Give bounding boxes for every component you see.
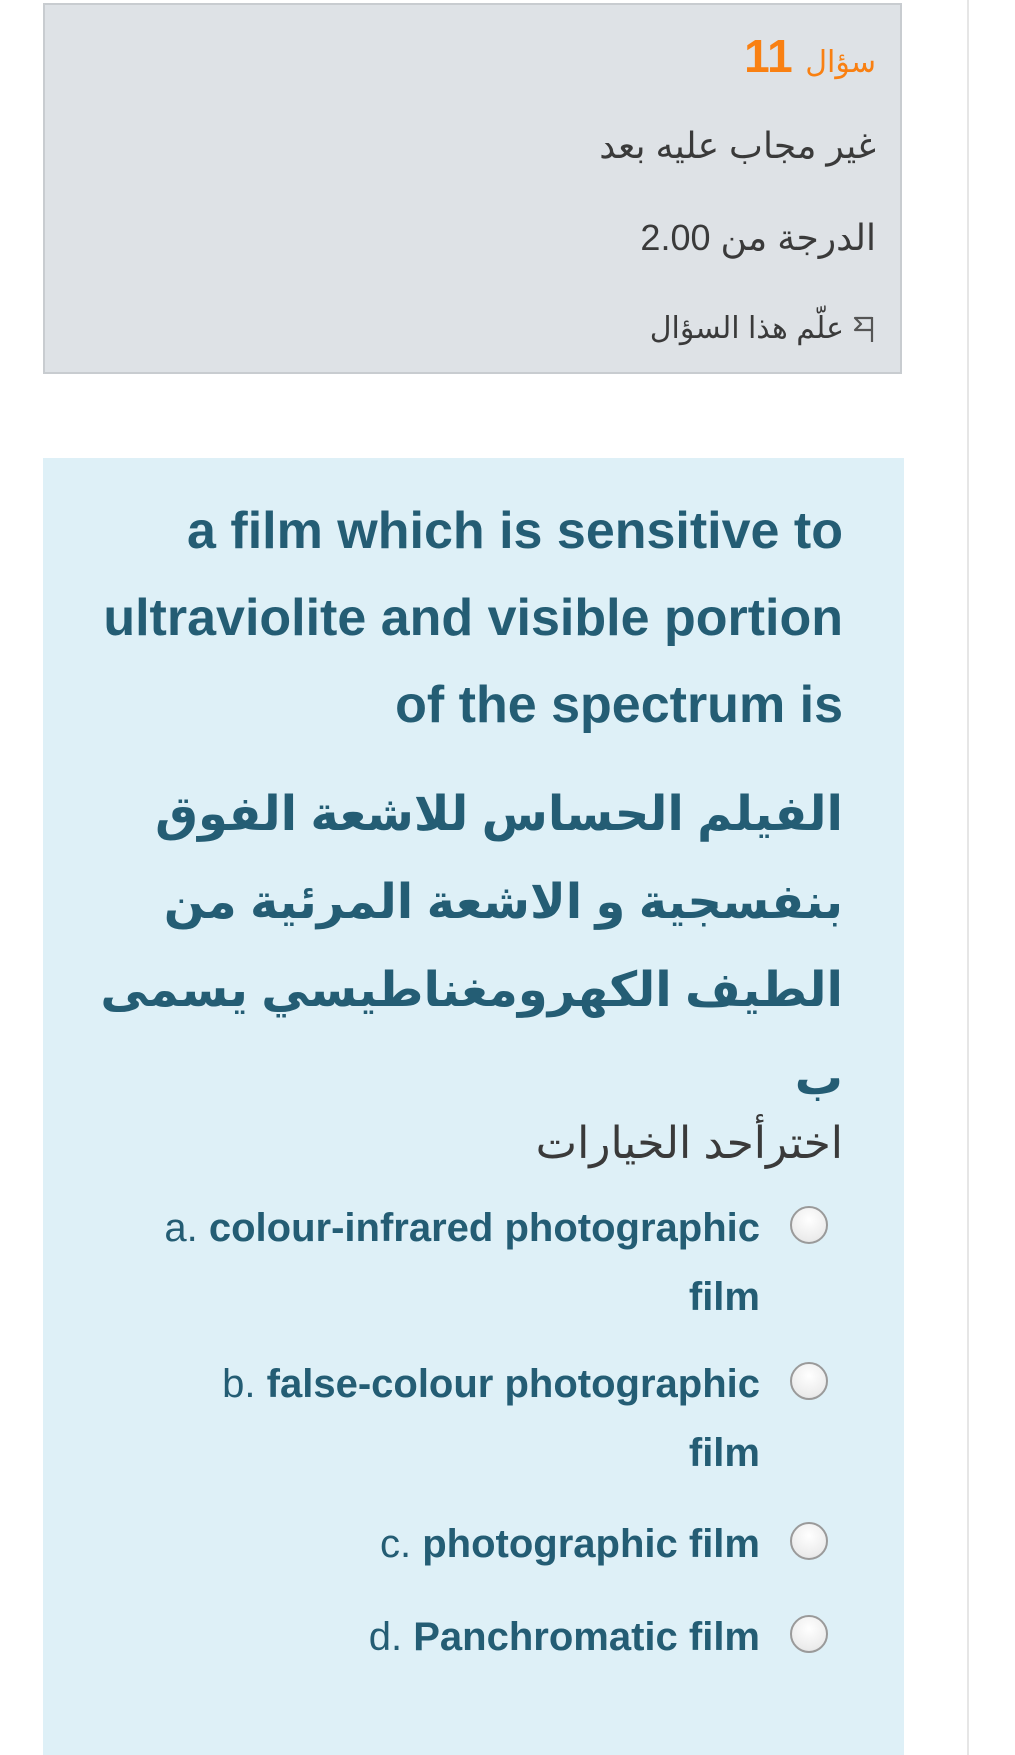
question-text-english: a film which is sensitive to ultraviolit… <box>103 502 843 734</box>
answer-option-text: photographic film <box>422 1522 760 1566</box>
flag-icon <box>852 314 876 344</box>
flag-question-link[interactable]: علّم هذا السؤال <box>650 311 876 346</box>
question-info-panel: سؤال 11 غير مجاب عليه بعد الدرجة من 2.00… <box>43 3 902 374</box>
answer-option-d[interactable]: d. Panchromatic film <box>369 1603 828 1672</box>
page-edge-rule <box>967 0 969 1755</box>
answer-option-b[interactable]: b. false-colour photographic film <box>160 1350 828 1488</box>
answer-radio-d[interactable] <box>790 1615 828 1653</box>
answer-option-text: Panchromatic film <box>413 1615 760 1659</box>
answer-option-text: colour-infrared photographic film <box>208 1206 760 1319</box>
answer-option-label[interactable]: a. colour-infrared photographic film <box>120 1194 760 1332</box>
question-content-panel: a film which is sensitive to ultraviolit… <box>43 458 904 1755</box>
answer-option-letter: a. <box>164 1206 198 1250</box>
answer-option-text: false-colour photographic film <box>266 1362 760 1475</box>
answer-option-letter: d. <box>368 1615 403 1659</box>
answer-option-c[interactable]: c. photographic film <box>380 1510 828 1579</box>
question-state: غير مجاب عليه بعد <box>599 125 876 166</box>
answer-option-a[interactable]: a. colour-infrared photographic film <box>120 1194 828 1332</box>
flag-question-label: علّم هذا السؤال <box>649 312 844 345</box>
answer-radio-c[interactable] <box>790 1522 828 1560</box>
answer-radio-b[interactable] <box>790 1362 828 1400</box>
select-one-prompt: اخترأحد الخيارات <box>535 1119 843 1168</box>
answer-option-label[interactable]: d. Panchromatic film <box>369 1603 760 1672</box>
question-number-label: سؤال <box>805 46 876 79</box>
question-number: سؤال 11 <box>744 29 876 83</box>
question-number-value: 11 <box>744 30 793 82</box>
answer-radio-a[interactable] <box>790 1206 828 1244</box>
answer-option-letter: c. <box>379 1522 412 1566</box>
answer-option-label[interactable]: b. false-colour photographic film <box>160 1350 760 1488</box>
question-text-arabic: الفيلم الحساس للاشعة الفوق بنفسجية و الا… <box>100 788 843 1105</box>
answer-option-letter: b. <box>222 1362 256 1406</box>
question-grade: الدرجة من 2.00 <box>640 217 876 258</box>
answer-option-label[interactable]: c. photographic film <box>380 1510 760 1579</box>
